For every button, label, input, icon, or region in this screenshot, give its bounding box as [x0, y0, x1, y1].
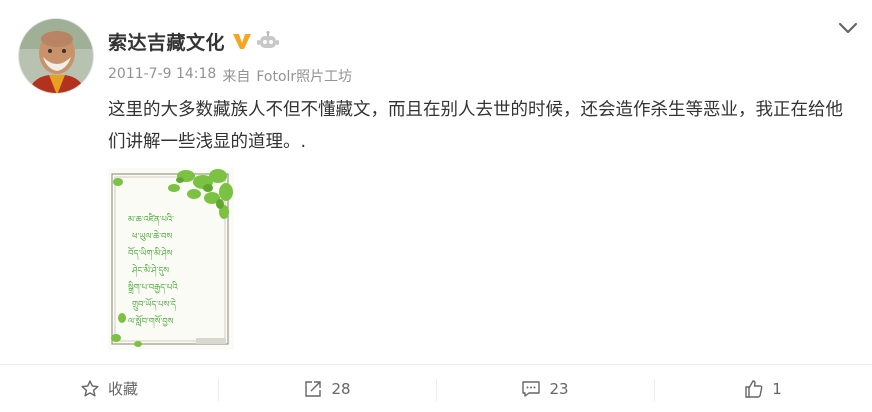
image-tibetan-line: ཕ་ཡུལ་ཆེ་བས — [132, 230, 172, 242]
action-bar: 收藏 28 23 1 — [0, 365, 872, 412]
post-meta: 2011-7-9 14:18 来自 Fotolr照片工坊 — [108, 66, 352, 86]
comment-count: 23 — [549, 379, 569, 398]
verified-v-badge-icon — [231, 31, 253, 51]
repost-count: 28 — [331, 379, 351, 398]
comment-button[interactable]: 23 — [436, 365, 654, 412]
source-prefix: 来自 — [222, 69, 251, 85]
like-button[interactable]: 1 — [654, 365, 872, 412]
post-menu-button[interactable] — [836, 18, 860, 38]
robot-badge-icon[interactable] — [257, 31, 280, 51]
chevron-down-icon — [838, 22, 858, 34]
like-count: 1 — [772, 379, 782, 398]
post-content: 这里的大多数藏族人不但不懂藏文，而且在别人去世的时候，还会造作杀生等恶业，我正在… — [108, 100, 843, 152]
favorite-button[interactable]: 收藏 — [0, 365, 218, 412]
user-name[interactable]: 索达吉藏文化 — [108, 28, 225, 55]
repost-button[interactable]: 28 — [218, 365, 436, 412]
name-row: 索达吉藏文化 — [108, 28, 280, 55]
comment-icon — [522, 380, 541, 397]
image-tibetan-line: མ་ཆ་འཛིན་པའི་ — [128, 213, 174, 227]
weibo-post-card: 索达吉藏文化 2011-7-9 14:18 来自 Fotolr照片工坊 这里的大… — [0, 0, 872, 412]
post-timestamp[interactable]: 2011-7-9 14:18 — [108, 66, 216, 86]
image-tibetan-line: སྒྲིག་པ་བརྒྱད་པའི — [128, 281, 178, 295]
share-icon — [305, 380, 322, 397]
image-tibetan-line: ཤེང་མི་ཤེ་དུས — [131, 264, 169, 278]
source-link[interactable]: Fotolr照片工坊 — [256, 66, 352, 86]
image-tibetan-line: ལ་སློབ་གསོ་བྱས — [128, 314, 174, 329]
post-image-tibetan-script[interactable]: མ་ཆ་འཛིན་པའི་ ཕ་ཡུལ་ཆེ་བས བོད་ཡིག་མི་ཤེས ཤེ… — [108, 168, 234, 350]
image-tibetan-line: བོད་ཡིག་མི་ཤེས — [128, 246, 173, 261]
thumbs-up-icon — [745, 379, 763, 398]
star-icon — [81, 379, 99, 396]
image-tibetan-line: གྲུབ་ཡོད་པས་དེ — [132, 297, 176, 312]
favorite-label: 收藏 — [107, 380, 138, 398]
avatar[interactable] — [18, 18, 94, 94]
